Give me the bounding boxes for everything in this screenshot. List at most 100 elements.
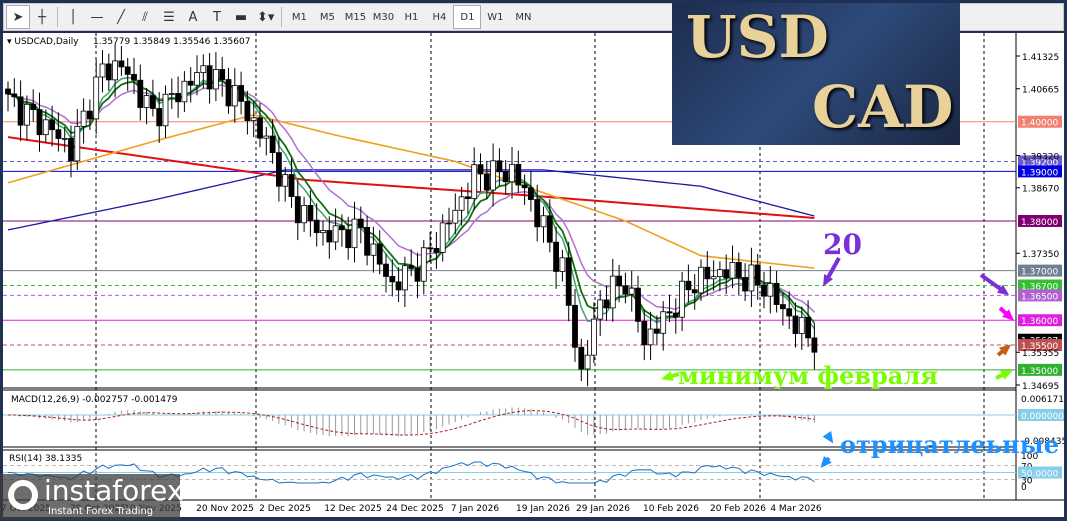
timeframe-mn[interactable]: MN: [509, 5, 537, 29]
candle: [275, 136, 282, 202]
date-tick-label: 2 Dec 2025: [259, 504, 311, 514]
candle: [660, 301, 667, 351]
price-tick-label: 1.39320: [1022, 152, 1059, 162]
candle: [509, 147, 515, 199]
timeframe-m5[interactable]: M5: [313, 5, 341, 29]
date-tick-label: 20 Nov 2025: [196, 504, 254, 514]
candle: [773, 270, 780, 313]
level-price-label: 1.39000: [1021, 168, 1058, 178]
rsi-label: RSI(14) 38.1335: [9, 454, 82, 464]
candle: [5, 81, 11, 112]
level-price-label: 1.35000: [1021, 367, 1058, 377]
timeframe-w1[interactable]: W1: [481, 5, 509, 29]
timeframe-m15[interactable]: M15: [341, 5, 369, 29]
date-tick-label: 4 Mar 2026: [770, 504, 822, 514]
candle: [792, 302, 799, 348]
candle: [641, 309, 648, 361]
logo-cad: CAD: [812, 73, 954, 141]
candle: [717, 261, 723, 292]
timeframe-m1[interactable]: M1: [285, 5, 313, 29]
cursor-tool-icon[interactable]: ➤: [6, 5, 30, 29]
candle: [187, 67, 194, 103]
candle: [225, 67, 232, 114]
candle: [635, 275, 641, 333]
macd-tick-label: 0.000000: [1021, 412, 1064, 422]
candle: [767, 265, 774, 314]
candle: [798, 306, 805, 350]
candle: [559, 250, 566, 282]
rectangle-tool-icon[interactable]: ▬: [229, 5, 253, 29]
vertical-line-tool-icon[interactable]: │: [61, 5, 85, 29]
price-tick-label: 1.34695: [1022, 382, 1059, 392]
brand-text: instaforex: [44, 474, 184, 507]
gear-icon: [8, 480, 38, 510]
candle: [124, 57, 131, 91]
fibo-fan-tool-icon[interactable]: ☰: [157, 5, 181, 29]
candle: [603, 285, 610, 321]
candle: [698, 259, 704, 301]
arrow-icon: [996, 344, 1012, 357]
candle: [231, 68, 238, 123]
tagline: Instant Forex Trading: [48, 506, 154, 517]
price-tick-label: 1.41325: [1022, 53, 1059, 63]
candle: [761, 271, 767, 309]
logo-usd: USD: [686, 3, 829, 71]
shapes-tool-icon[interactable]: ⬍▾: [253, 5, 278, 29]
level-price-label: 1.38000: [1021, 218, 1058, 228]
ma-red-line: [7, 136, 815, 220]
level-price-label: 1.37000: [1021, 268, 1058, 278]
candle: [572, 289, 578, 362]
candle: [175, 76, 182, 118]
trendline-tool-icon[interactable]: ╱: [109, 5, 133, 29]
timeframe-d1[interactable]: D1: [453, 5, 482, 29]
timeframe-h4[interactable]: H4: [425, 5, 453, 29]
timeframe-h1[interactable]: H1: [397, 5, 425, 29]
candle: [584, 339, 591, 387]
candle: [748, 247, 755, 307]
arrow-icon: [661, 371, 680, 381]
candle: [131, 57, 137, 95]
text-tool-icon[interactable]: A: [181, 5, 205, 29]
candle: [149, 79, 156, 117]
candle: [206, 52, 213, 104]
candle: [257, 102, 263, 148]
candle: [80, 98, 87, 144]
candle: [521, 174, 528, 205]
instaforex-watermark: instaforex Instant Forex Trading: [0, 474, 184, 520]
candle: [609, 258, 616, 322]
candle: [729, 245, 736, 289]
timeframe-m30[interactable]: M30: [369, 5, 397, 29]
candle: [263, 127, 270, 156]
horizontal-line-tool-icon[interactable]: —: [85, 5, 109, 29]
macd-tick-label: 0.006171: [1021, 395, 1064, 405]
date-tick-label: 29 Jan 2026: [576, 504, 630, 514]
candle: [553, 226, 559, 289]
candle: [307, 190, 314, 237]
candle: [11, 78, 18, 107]
candle: [515, 150, 522, 194]
text-label-tool-icon[interactable]: T: [205, 5, 229, 29]
symbol-header: ▾ USDCAD,Daily: [7, 37, 79, 47]
level-price-label: 1.36500: [1021, 292, 1058, 302]
candle: [540, 206, 547, 243]
level-price-label: 1.36000: [1021, 317, 1058, 327]
candle: [212, 52, 219, 102]
crosshair-tool-icon[interactable]: ┼: [30, 5, 54, 29]
fibonacci-tool-icon[interactable]: ⫽: [133, 5, 157, 29]
annotation-negative: отрицатлеьные: [840, 430, 1059, 459]
candle: [364, 215, 371, 266]
date-tick-label: 12 Dec 2025: [324, 504, 382, 514]
candle: [414, 252, 421, 299]
candle: [93, 59, 100, 135]
level-price-label: 1.40000: [1021, 119, 1058, 129]
candle: [591, 302, 597, 364]
candle: [17, 80, 24, 142]
price-tick-label: 1.37350: [1022, 250, 1059, 260]
candle: [427, 231, 434, 263]
candle: [320, 220, 326, 246]
candle: [528, 170, 534, 212]
candle: [502, 159, 509, 195]
arrow-icon: [995, 370, 1013, 380]
candle: [420, 240, 427, 295]
candle: [118, 46, 125, 76]
